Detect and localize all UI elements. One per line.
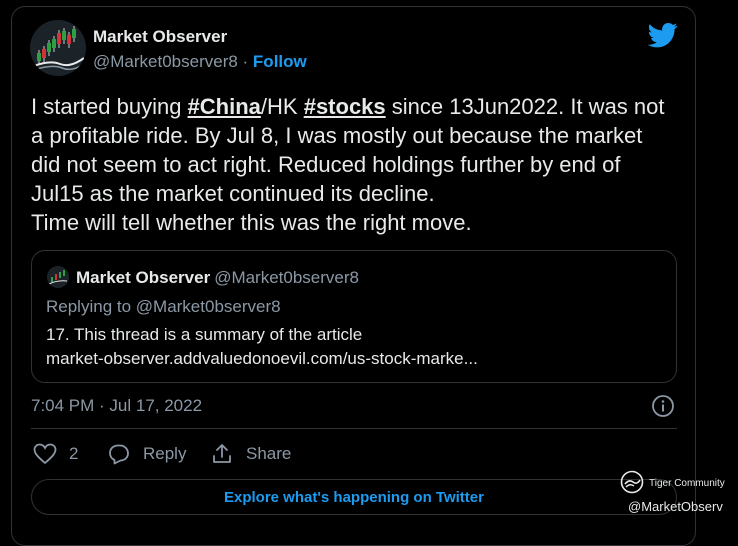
explore-twitter-button[interactable]: Explore what's happening on Twitter bbox=[31, 479, 677, 515]
tweet-text-part: I started buying bbox=[31, 94, 188, 119]
divider bbox=[31, 428, 677, 429]
quoted-author-avatar bbox=[47, 266, 69, 288]
heart-icon bbox=[33, 443, 57, 465]
explore-label: Explore what's happening on Twitter bbox=[224, 488, 484, 506]
tiger-logo-icon bbox=[620, 470, 644, 494]
quoted-tweet[interactable]: Market Observer @Market0bserver8 Replying… bbox=[31, 250, 677, 383]
info-icon[interactable] bbox=[651, 394, 675, 418]
hashtag-china-link[interactable]: #China bbox=[188, 94, 261, 119]
watermark-handle: @MarketObserv bbox=[628, 499, 723, 514]
reply-button[interactable]: Reply bbox=[107, 442, 186, 466]
share-icon bbox=[213, 444, 231, 463]
author-handle-row: @Market0bserver8 · Follow bbox=[93, 52, 307, 72]
candlestick-chart-avatar-image bbox=[30, 20, 86, 76]
hashtag-stocks-link[interactable]: #stocks bbox=[304, 94, 386, 119]
quoted-text-line: 17. This thread is a summary of the arti… bbox=[46, 325, 363, 344]
follow-button[interactable]: Follow bbox=[253, 52, 307, 71]
quoted-replying-to: Replying to @Market0bserver8 bbox=[46, 297, 281, 316]
twitter-bird-icon[interactable] bbox=[648, 20, 678, 50]
quoted-author-name: Market Observer bbox=[76, 268, 211, 287]
author-handle[interactable]: @Market0bserver8 bbox=[93, 52, 238, 71]
handle-separator: · bbox=[237, 52, 253, 71]
tweet-text-part: Time will tell whether this was the righ… bbox=[31, 210, 472, 235]
candlestick-chart-avatar-image bbox=[47, 266, 69, 288]
quoted-author-handle: @Market0bserver8 bbox=[214, 268, 359, 287]
watermark-name: Tiger Community bbox=[649, 478, 725, 489]
quoted-link[interactable]: market-observer.addvaluedonoevil.com/us-… bbox=[46, 349, 478, 369]
like-count: 2 bbox=[69, 444, 79, 463]
reply-icon bbox=[109, 444, 129, 465]
author-avatar[interactable] bbox=[30, 20, 86, 76]
tweet-body: I started buying #China/HK #stocks since… bbox=[31, 92, 671, 237]
reply-label: Reply bbox=[143, 444, 187, 463]
author-name[interactable]: Market Observer bbox=[93, 27, 227, 47]
like-button[interactable]: 2 bbox=[33, 442, 78, 466]
share-label: Share bbox=[246, 444, 292, 463]
tweet-timestamp[interactable]: 7:04 PM · Jul 17, 2022 bbox=[31, 396, 202, 416]
share-button[interactable]: Share bbox=[210, 442, 291, 466]
quoted-author-row: Market Observer @Market0bserver8 bbox=[76, 268, 359, 288]
tweet-text-part: /HK bbox=[260, 94, 304, 119]
